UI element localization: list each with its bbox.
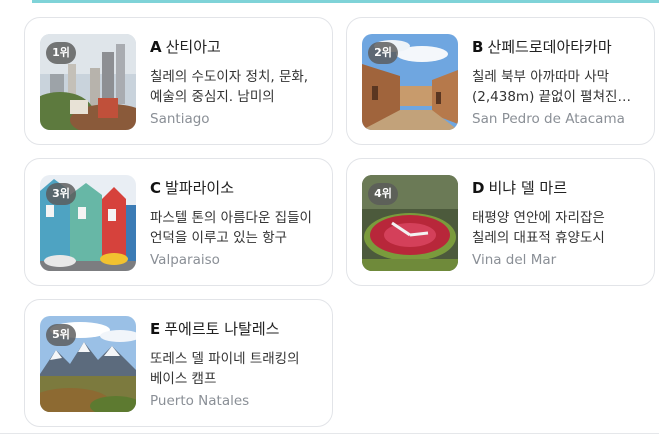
destination-title: A 산티아고 bbox=[150, 38, 320, 56]
destination-english-name: Puerto Natales bbox=[150, 393, 250, 409]
destination-name: 산페드로데아타카마 bbox=[487, 38, 612, 56]
destination-photo: 1위 bbox=[40, 34, 136, 130]
destination-card[interactable]: 3위 C 발파라이소 파스텔 톤의 아름다운 집들이 언덕을 이루고 있는 항구… bbox=[24, 158, 333, 286]
destination-english-name: San Pedro de Atacama bbox=[472, 111, 625, 127]
destination-grid: 1위 A 산티아고 칠레의 수도이자 정치, 문화, 예술의 중심지. 남미의 … bbox=[24, 17, 655, 427]
destination-card[interactable]: 5위 E 푸에르토 나탈레스 또레스 델 파이네 트래킹의 베이스 캠프 Pue… bbox=[24, 299, 333, 427]
destination-description: 칠레의 수도이자 정치, 문화, 예술의 중심지. 남미의 bbox=[150, 69, 309, 105]
destination-info: E 푸에르토 나탈레스 또레스 델 파이네 트래킹의 베이스 캠프 Puerto… bbox=[136, 316, 320, 410]
destination-name: 푸에르토 나탈레스 bbox=[164, 320, 280, 338]
destination-english-name: Santiago bbox=[150, 111, 210, 127]
destination-info: A 산티아고 칠레의 수도이자 정치, 문화, 예술의 중심지. 남미의 San… bbox=[136, 34, 320, 128]
destination-photo: 5위 bbox=[40, 316, 136, 412]
destination-info: B 산페드로데아타카마 칠레 북부 아까따마 사막(2,438m) 끝없이 펼쳐… bbox=[458, 34, 642, 128]
destination-name: 산티아고 bbox=[165, 38, 221, 56]
destination-card[interactable]: 4위 D 비냐 델 마르 태평양 연안에 자리잡은 칠레의 대표적 휴양도시 V… bbox=[346, 158, 655, 286]
destination-photo: 4위 bbox=[362, 175, 458, 271]
destination-photo: 3위 bbox=[40, 175, 136, 271]
destination-description: 태평양 연안에 자리잡은 칠레의 대표적 휴양도시 bbox=[472, 210, 605, 246]
destination-description: 파스텔 톤의 아름다운 집들이 언덕을 이루고 있는 항구 bbox=[150, 210, 312, 246]
destination-title: D 비냐 델 마르 bbox=[472, 179, 642, 197]
destination-title: C 발파라이소 bbox=[150, 179, 320, 197]
map-marker-letter: D bbox=[472, 179, 485, 197]
destination-english-name: Vina del Mar bbox=[472, 252, 557, 268]
destination-ranking-page: 1위 A 산티아고 칠레의 수도이자 정치, 문화, 예술의 중심지. 남미의 … bbox=[0, 0, 659, 434]
destination-description: 또레스 델 파이네 트래킹의 베이스 캠프 bbox=[150, 351, 300, 387]
destination-info: C 발파라이소 파스텔 톤의 아름다운 집들이 언덕을 이루고 있는 항구 Va… bbox=[136, 175, 320, 269]
destination-name: 비냐 델 마르 bbox=[488, 179, 567, 197]
destination-photo: 2위 bbox=[362, 34, 458, 130]
destination-english-name: Valparaiso bbox=[150, 252, 220, 268]
map-marker-letter: E bbox=[150, 320, 161, 338]
destination-info: D 비냐 델 마르 태평양 연안에 자리잡은 칠레의 대표적 휴양도시 Vina… bbox=[458, 175, 642, 269]
destination-title: E 푸에르토 나탈레스 bbox=[150, 320, 320, 338]
map-marker-letter: B bbox=[472, 38, 484, 56]
rank-badge: 3위 bbox=[46, 183, 76, 205]
destination-title: B 산페드로데아타카마 bbox=[472, 38, 642, 56]
rank-badge: 5위 bbox=[46, 324, 76, 346]
accent-divider bbox=[32, 0, 659, 3]
rank-badge: 1위 bbox=[46, 42, 76, 64]
destination-card[interactable]: 2위 B 산페드로데아타카마 칠레 북부 아까따마 사막(2,438m) 끝없이… bbox=[346, 17, 655, 145]
destination-description: 칠레 북부 아까따마 사막(2,438m) 끝없이 펼쳐진 풍경 bbox=[472, 69, 618, 105]
rank-badge: 2위 bbox=[368, 42, 398, 64]
map-marker-letter: C bbox=[150, 179, 162, 197]
rank-badge: 4위 bbox=[368, 183, 398, 205]
map-marker-letter: A bbox=[150, 38, 162, 56]
destination-name: 발파라이소 bbox=[165, 179, 235, 197]
destination-card[interactable]: 1위 A 산티아고 칠레의 수도이자 정치, 문화, 예술의 중심지. 남미의 … bbox=[24, 17, 333, 145]
